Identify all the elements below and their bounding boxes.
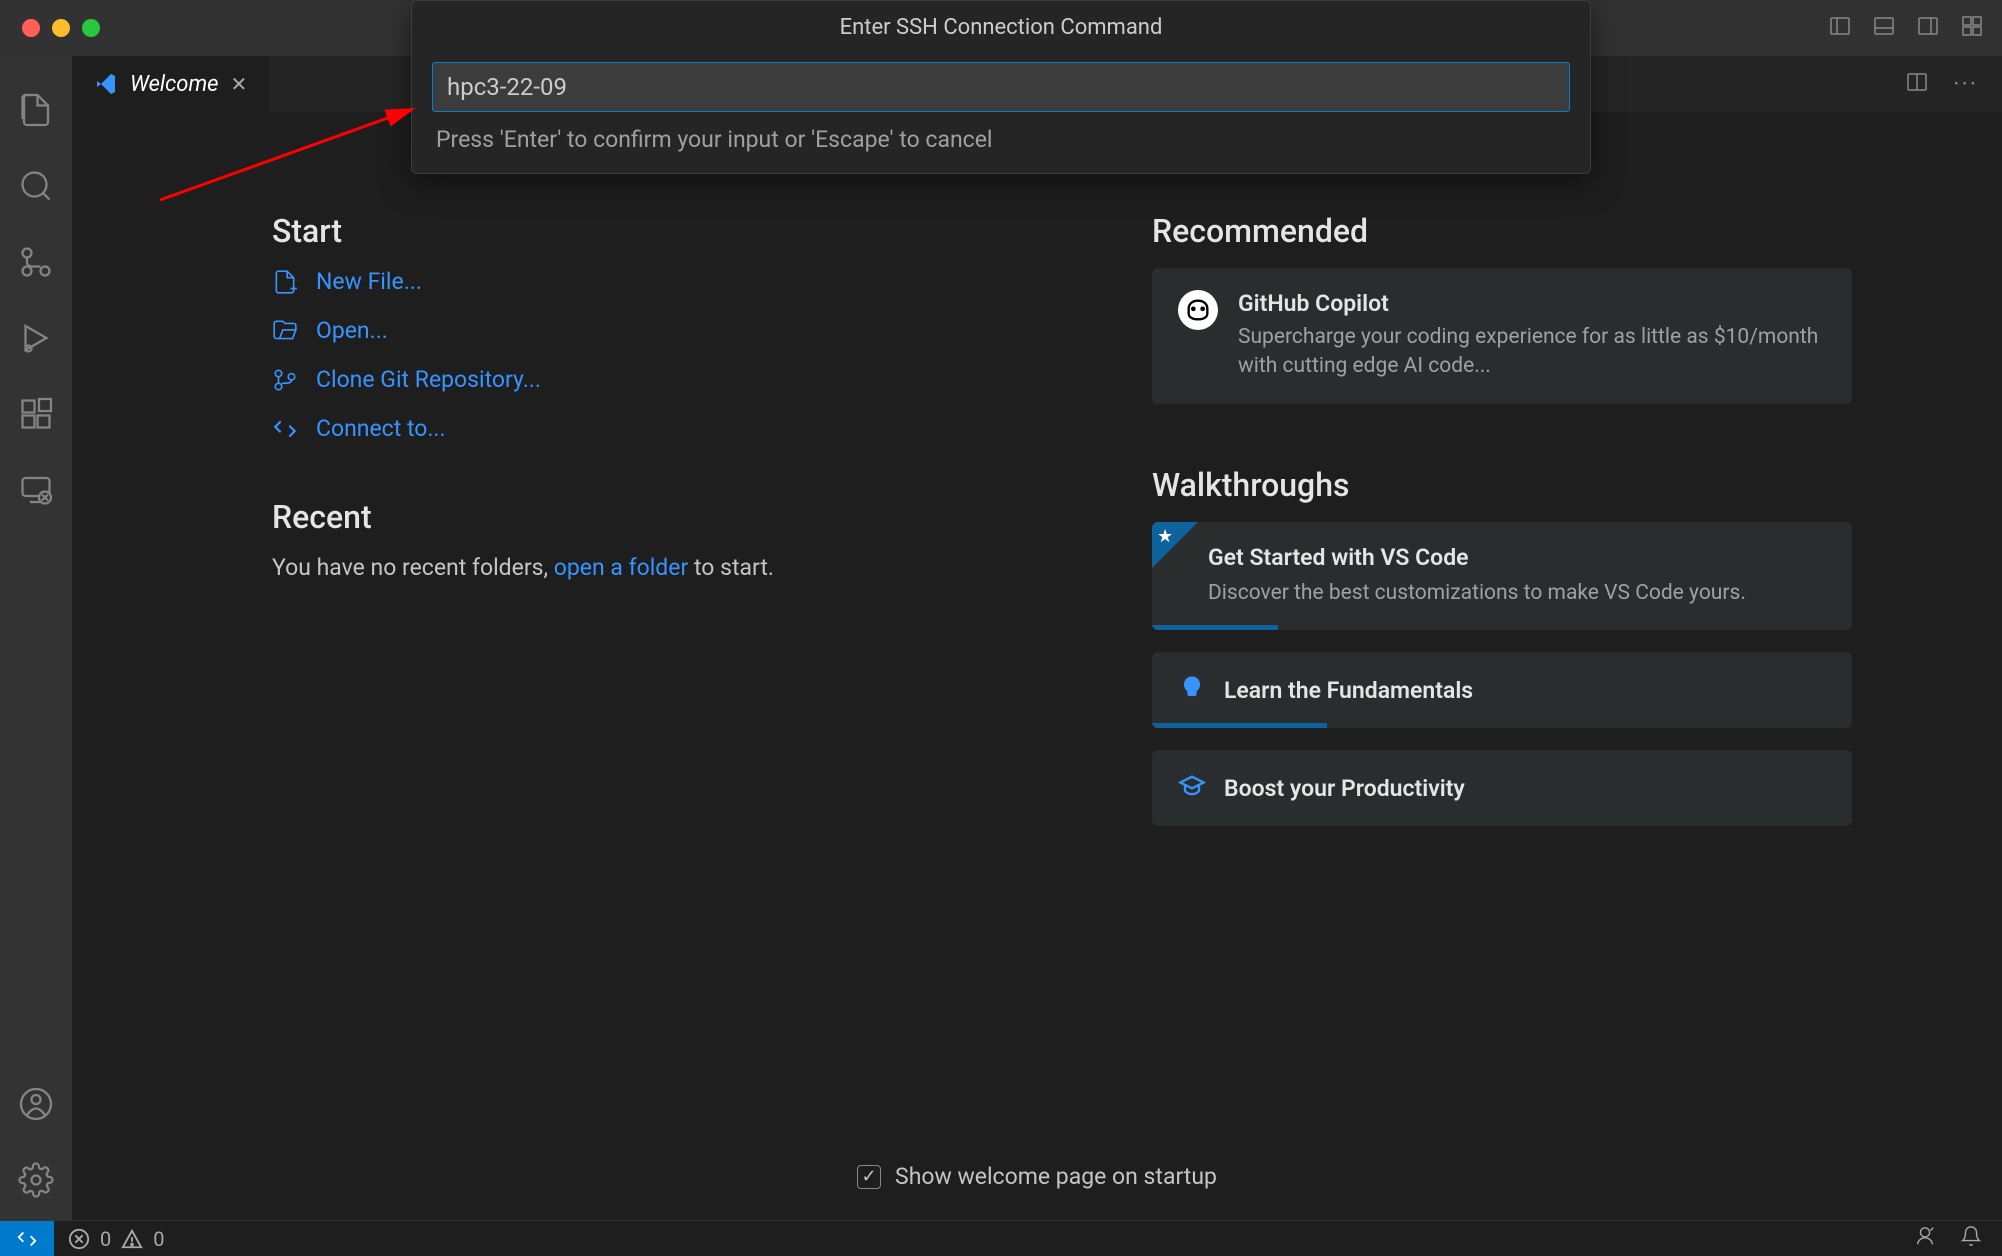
settings-gear-icon[interactable] [18, 1144, 54, 1220]
start-heading: Start [272, 212, 1012, 250]
productivity-title: Boost your Productivity [1224, 775, 1465, 802]
status-problems[interactable]: 0 0 [54, 1227, 165, 1251]
notifications-bell-icon[interactable] [1960, 1225, 1982, 1252]
new-file-link[interactable]: New File... [272, 268, 1012, 295]
new-file-icon [272, 269, 298, 295]
close-window-button[interactable] [22, 19, 40, 37]
explorer-icon[interactable] [18, 74, 54, 150]
more-actions-icon[interactable]: ··· [1953, 70, 1978, 98]
copilot-desc: Supercharge your coding experience for a… [1238, 323, 1826, 382]
recent-heading: Recent [272, 498, 1012, 536]
get-started-card[interactable]: Get Started with VS Code Discover the be… [1152, 522, 1852, 630]
featured-star-badge [1152, 522, 1198, 568]
warning-count: 0 [153, 1227, 164, 1251]
get-started-title: Get Started with VS Code [1208, 544, 1826, 571]
search-icon[interactable] [18, 150, 54, 226]
vscode-icon [94, 72, 118, 96]
status-bar: 0 0 [0, 1220, 2002, 1256]
warning-icon [121, 1228, 143, 1250]
welcome-page: Start New File... Open... Clone Git Repo… [72, 112, 2002, 1133]
connect-to-link[interactable]: Connect to... [272, 415, 1012, 442]
recent-empty-text: You have no recent folders, open a folde… [272, 554, 1012, 581]
extensions-icon[interactable] [18, 378, 54, 454]
copilot-title: GitHub Copilot [1238, 290, 1826, 317]
source-control-icon[interactable] [18, 226, 54, 302]
toggle-secondary-sidebar-icon[interactable] [1916, 14, 1940, 42]
split-editor-icon[interactable] [1905, 70, 1929, 98]
show-on-startup-checkbox[interactable]: ✓ [857, 1165, 881, 1189]
toggle-panel-icon[interactable] [1872, 14, 1896, 42]
walkthroughs-heading: Walkthroughs [1152, 466, 1852, 504]
title-bar-actions [1828, 14, 1984, 42]
window-controls [0, 19, 100, 37]
run-debug-icon[interactable] [18, 302, 54, 378]
activity-bar [0, 56, 72, 1220]
fundamentals-title: Learn the Fundamentals [1224, 677, 1473, 704]
open-folder-link[interactable]: open a folder [554, 554, 689, 581]
quick-input-hint: Press 'Enter' to confirm your input or '… [436, 126, 1566, 153]
remote-explorer-icon[interactable] [18, 454, 54, 530]
feedback-icon[interactable] [1914, 1225, 1936, 1252]
mortarboard-icon [1178, 772, 1206, 804]
quick-input-box[interactable] [432, 62, 1570, 112]
quick-input-title: Enter SSH Connection Command [412, 1, 1590, 54]
git-branch-icon [272, 367, 298, 393]
productivity-card[interactable]: Boost your Productivity [1152, 750, 1852, 826]
maximize-window-button[interactable] [82, 19, 100, 37]
ssh-command-input[interactable] [447, 73, 1555, 101]
copilot-card[interactable]: GitHub Copilot Supercharge your coding e… [1152, 268, 1852, 404]
fundamentals-card[interactable]: Learn the Fundamentals [1152, 652, 1852, 728]
toggle-primary-sidebar-icon[interactable] [1828, 14, 1852, 42]
error-icon [68, 1228, 90, 1250]
lightbulb-icon [1178, 674, 1206, 706]
tab-label: Welcome [130, 72, 218, 97]
accounts-icon[interactable] [18, 1068, 54, 1144]
show-on-startup-label: Show welcome page on startup [895, 1163, 1217, 1190]
welcome-tab[interactable]: Welcome ✕ [72, 56, 269, 112]
customize-layout-icon[interactable] [1960, 14, 1984, 42]
clone-git-link[interactable]: Clone Git Repository... [272, 366, 1012, 393]
minimize-window-button[interactable] [52, 19, 70, 37]
welcome-footer: ✓ Show welcome page on startup [72, 1133, 2002, 1220]
quick-input-palette: Enter SSH Connection Command Press 'Ente… [411, 0, 1591, 174]
fundamentals-progress [1152, 723, 1327, 728]
remote-connect-icon [272, 416, 298, 442]
folder-open-icon [272, 318, 298, 344]
remote-indicator[interactable] [0, 1221, 54, 1256]
get-started-progress [1152, 625, 1278, 630]
editor-area: Welcome ✕ ··· Start New File... [72, 56, 2002, 1220]
close-tab-icon[interactable]: ✕ [230, 72, 247, 96]
open-link[interactable]: Open... [272, 317, 1012, 344]
get-started-desc: Discover the best customizations to make… [1208, 579, 1826, 608]
error-count: 0 [100, 1227, 111, 1251]
copilot-icon [1178, 290, 1218, 330]
recommended-heading: Recommended [1152, 212, 1852, 250]
